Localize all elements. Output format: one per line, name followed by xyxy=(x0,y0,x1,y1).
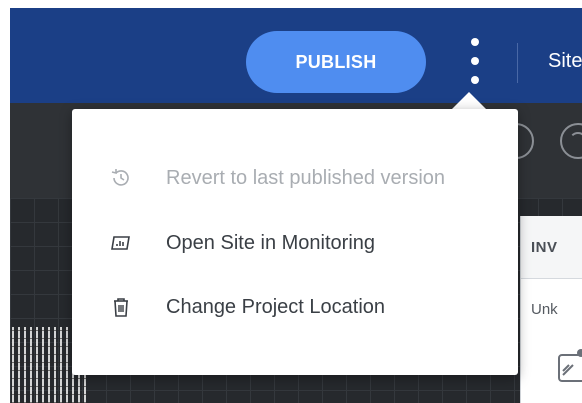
more-dot xyxy=(471,76,479,84)
menu-item-change-location[interactable]: Change Project Location xyxy=(72,282,518,332)
more-dot xyxy=(471,38,479,46)
more-options-icon[interactable] xyxy=(460,38,490,84)
site-menu-label[interactable]: Site xyxy=(548,50,582,73)
gauge-icon[interactable] xyxy=(560,123,582,159)
topbar-divider xyxy=(517,43,518,83)
monitoring-chart-icon xyxy=(111,236,130,250)
top-bar: PUBLISH Site xyxy=(10,8,582,103)
more-dot xyxy=(471,57,479,65)
menu-pointer xyxy=(452,92,486,109)
edit-icon[interactable] xyxy=(557,349,582,383)
trash-icon xyxy=(114,298,128,317)
menu-item-label: Revert to last published version xyxy=(166,166,446,189)
menu-item-label: Change Project Location xyxy=(166,295,386,318)
history-icon xyxy=(111,169,129,186)
side-panel-status: Unk xyxy=(531,301,558,318)
more-options-menu: Revert to last published version Open Si… xyxy=(72,109,518,375)
menu-item-revert: Revert to last published version xyxy=(72,153,518,203)
publish-button[interactable]: PUBLISH xyxy=(246,31,426,93)
inventory-side-panel: INV Unk xyxy=(520,216,582,403)
side-panel-header: INV xyxy=(521,216,582,279)
menu-item-open-monitoring[interactable]: Open Site in Monitoring xyxy=(72,218,518,268)
menu-item-label: Open Site in Monitoring xyxy=(166,231,376,254)
